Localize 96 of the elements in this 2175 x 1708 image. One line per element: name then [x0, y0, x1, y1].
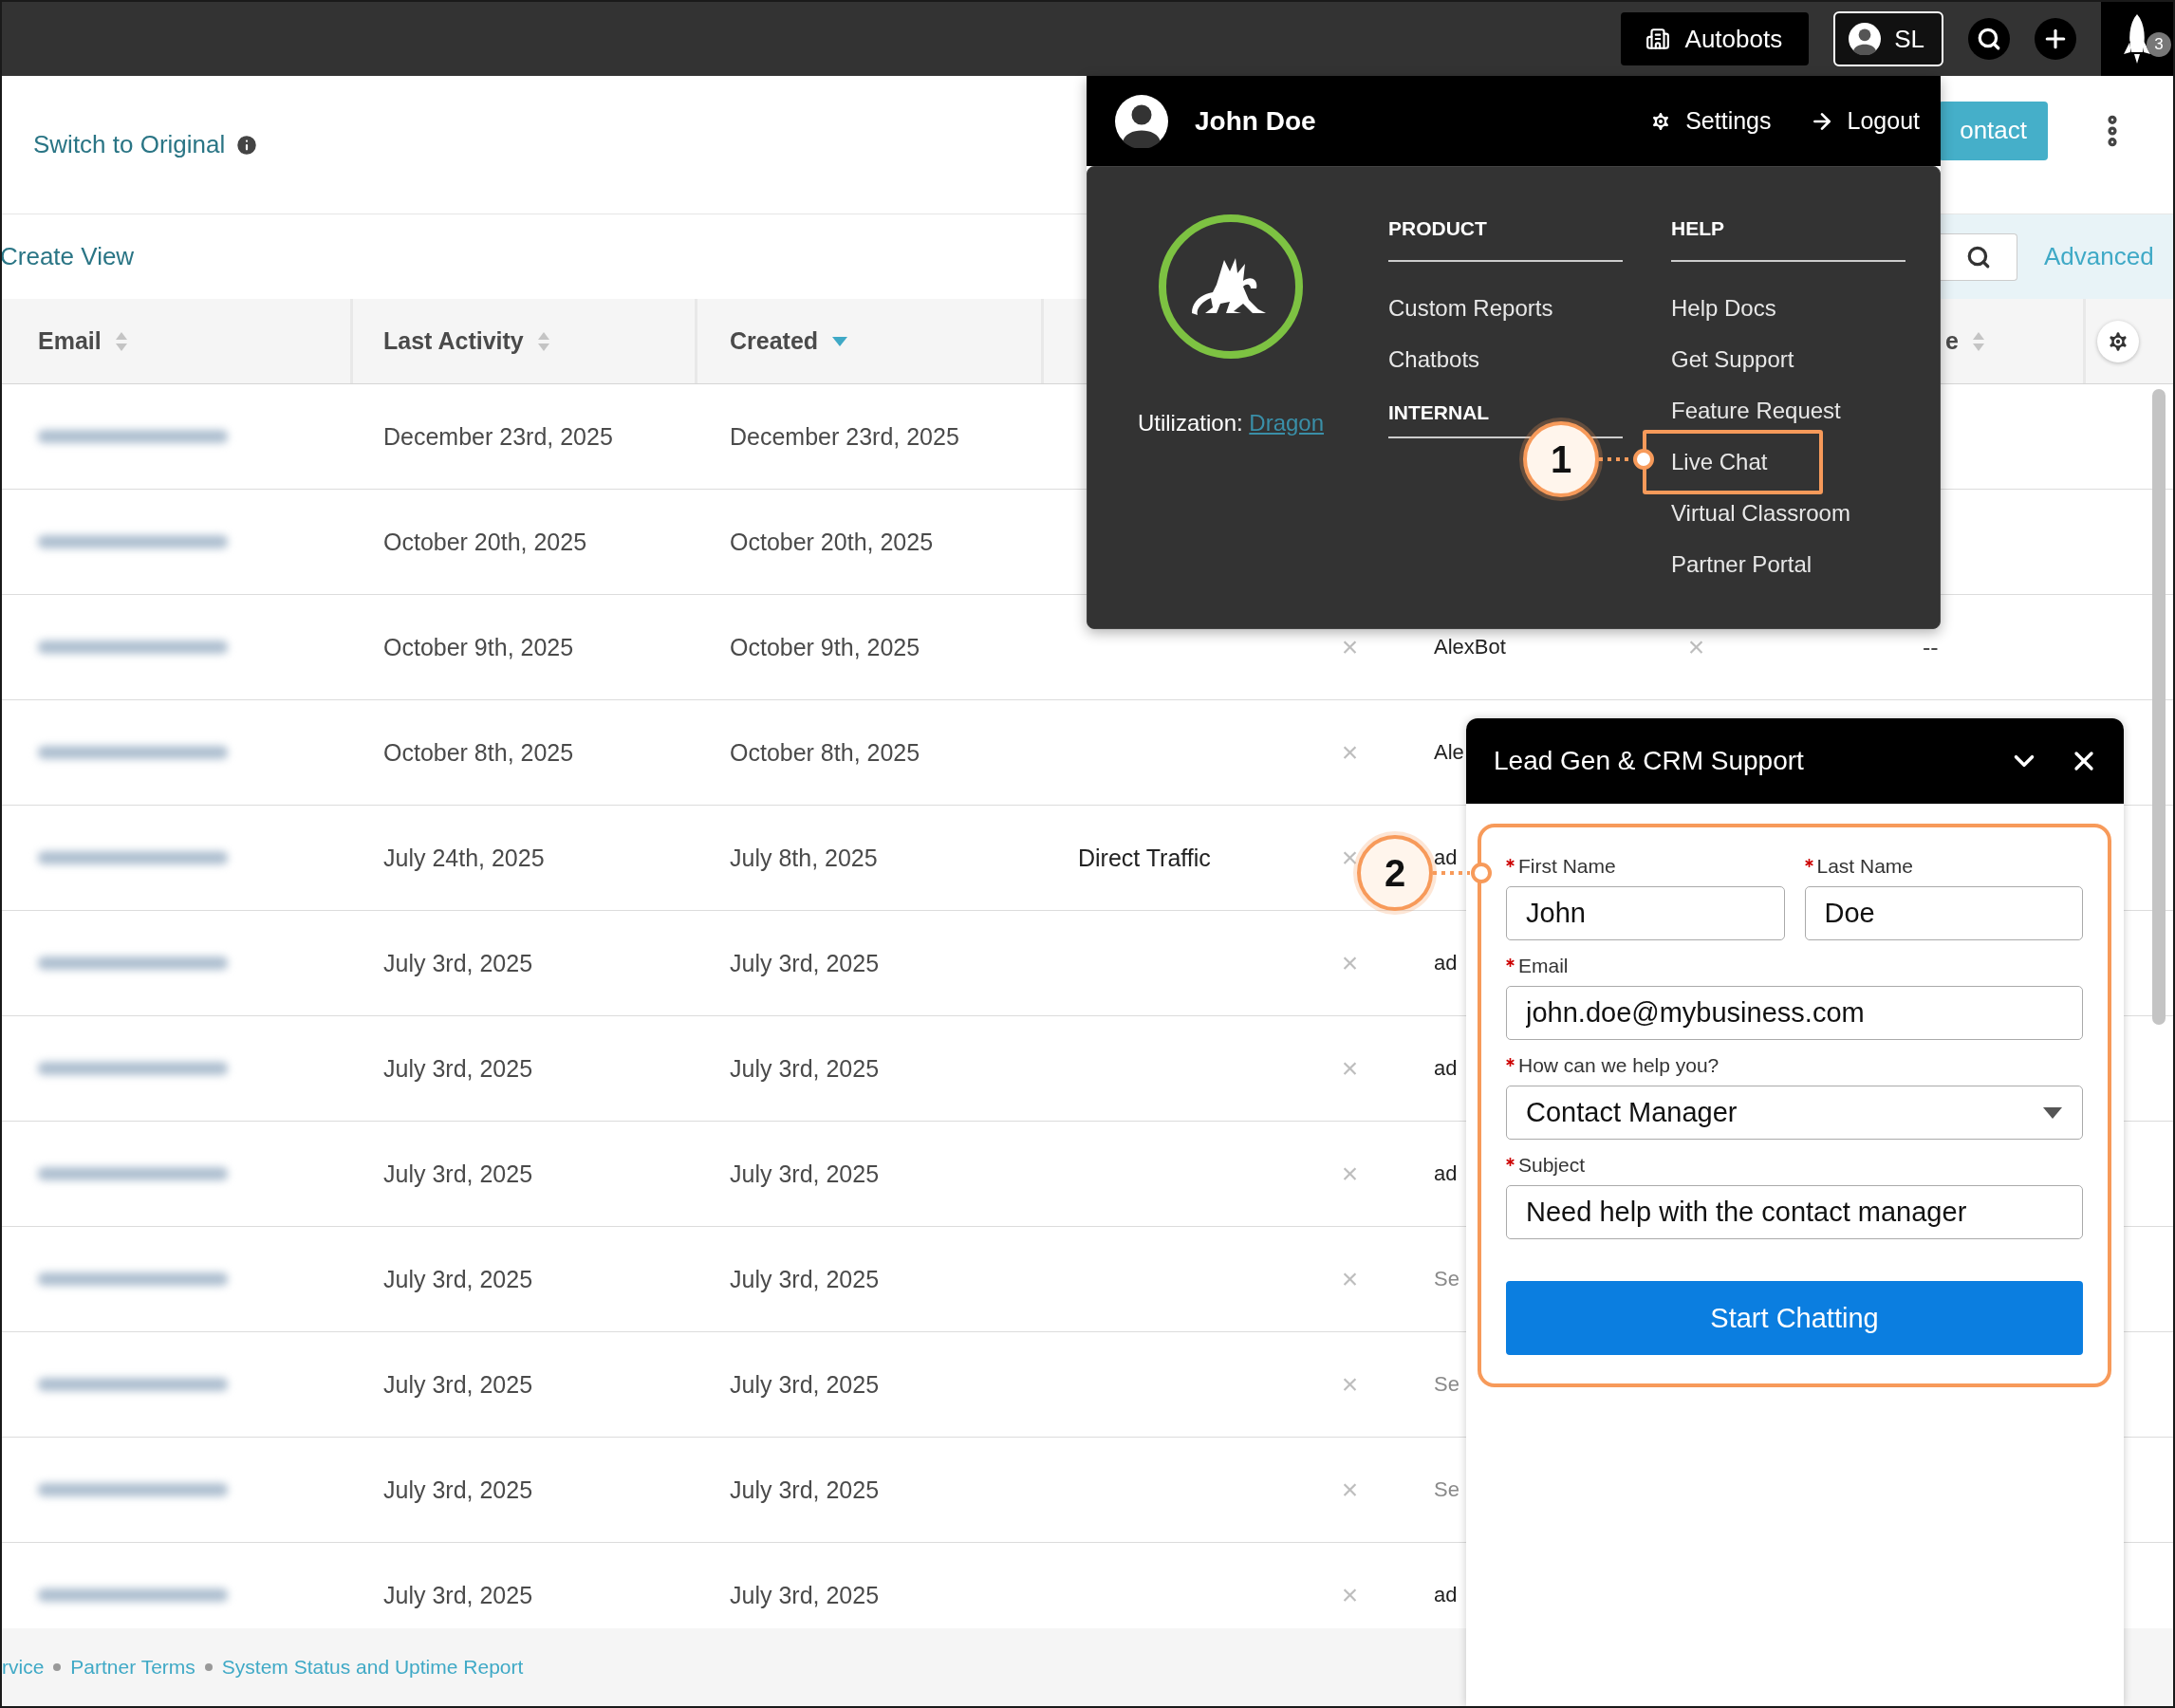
notification-badge: 3: [2147, 32, 2171, 57]
table-cell: July 3rd, 2025: [730, 1265, 880, 1293]
scrollbar-thumb[interactable]: [2152, 389, 2166, 1025]
cross-mark: ×: [1341, 1368, 1359, 1401]
table-cell: ad: [1434, 845, 1458, 870]
separator-dot: [204, 1663, 213, 1671]
menu-heading: HELP: [1671, 214, 1905, 262]
cross-mark: ×: [1341, 842, 1359, 874]
search-icon[interactable]: [1977, 27, 2001, 51]
cross-mark: ×: [1341, 1263, 1359, 1295]
menu-item[interactable]: Help Docs: [1671, 283, 1905, 334]
table-cell: October 9th, 2025: [730, 633, 920, 661]
cross-mark: ×: [1341, 1579, 1359, 1611]
table-cell: July 3rd, 2025: [730, 1054, 880, 1083]
search-icon[interactable]: [1966, 244, 1991, 269]
user-name: John Doe: [1195, 105, 1316, 137]
field-label: How can we help you?: [1518, 1053, 1720, 1078]
search-button[interactable]: [1968, 18, 2010, 60]
dropdown-caret-icon: [2042, 1105, 2063, 1120]
table-cell: Ale: [1434, 740, 1464, 765]
table-cell: --: [1923, 633, 1939, 661]
table-cell: Se: [1434, 1477, 1459, 1502]
table-cell: July 3rd, 2025: [383, 1160, 533, 1188]
table-cell: AlexBot: [1434, 635, 1506, 659]
table-cell: ad: [1434, 951, 1458, 975]
field-label: First Name: [1518, 854, 1616, 879]
table-cell: July 3rd, 2025: [383, 1054, 533, 1083]
leader-line: [1599, 448, 1655, 471]
table-cell: July 3rd, 2025: [383, 1265, 533, 1293]
table-cell: July 3rd, 2025: [730, 1476, 880, 1504]
cross-mark: ×: [1341, 1474, 1359, 1506]
input-field[interactable]: Need help with the contact manager: [1506, 1185, 2083, 1239]
menu-item[interactable]: Get Support: [1671, 334, 1905, 385]
table-cell: July 3rd, 2025: [730, 1581, 880, 1609]
table-cell: Se: [1434, 1372, 1459, 1397]
column-header[interactable]: Last Activity: [383, 327, 524, 355]
create-view-link[interactable]: Create View: [2, 242, 135, 271]
table-cell: October 20th, 2025: [383, 528, 587, 556]
table-cell: ad: [1434, 1583, 1458, 1607]
cross-mark: ×: [1341, 947, 1359, 979]
column-settings-button[interactable]: [2097, 320, 2139, 362]
settings-link[interactable]: Settings: [1649, 107, 1772, 135]
table-cell: December 23rd, 2025: [383, 422, 613, 451]
input-field[interactable]: john.doe@mybusiness.com: [1506, 986, 2083, 1040]
add-button[interactable]: [2035, 18, 2076, 60]
table-cell: July 24th, 2025: [383, 844, 545, 872]
field-label: Last Name: [1816, 854, 1914, 879]
table-cell: ad: [1434, 1056, 1458, 1081]
menu-heading: PRODUCT: [1388, 214, 1623, 262]
table-cell: October 9th, 2025: [383, 633, 574, 661]
menu-item[interactable]: Live Chat: [1643, 430, 1823, 494]
menu-item[interactable]: Custom Reports: [1388, 283, 1623, 334]
separator-dot: [53, 1663, 62, 1671]
menu-item[interactable]: Chatbots: [1388, 334, 1623, 385]
table-cell: October 8th, 2025: [730, 738, 920, 767]
cross-mark: ×: [1341, 736, 1359, 769]
account-button[interactable]: Autobots: [1620, 12, 1810, 65]
table-cell: July 3rd, 2025: [730, 949, 880, 977]
table-cell: July 3rd, 2025: [383, 1581, 533, 1609]
table-cell: October 20th, 2025: [730, 528, 934, 556]
cross-mark: ×: [1341, 631, 1359, 663]
logout-link[interactable]: Logout: [1809, 107, 1920, 135]
column-header[interactable]: Created: [730, 327, 819, 355]
cross-mark: ×: [1687, 631, 1705, 663]
chat-title: Lead Gen & CRM Support: [1494, 746, 1805, 776]
notifications-button[interactable]: 3: [2101, 2, 2173, 76]
input-field[interactable]: Doe: [1804, 886, 2083, 940]
table-cell: July 3rd, 2025: [383, 1370, 533, 1399]
column-header[interactable]: e: [1945, 327, 1959, 355]
table-cell: Se: [1434, 1267, 1459, 1291]
user-button[interactable]: SL: [1833, 11, 1943, 66]
building-icon: [1645, 27, 1670, 51]
cross-mark: ×: [1341, 1158, 1359, 1190]
table-cell: December 23rd, 2025: [730, 422, 959, 451]
avatar-icon: [1115, 94, 1168, 148]
avatar-icon: [1849, 23, 1882, 55]
switch-link[interactable]: Switch to Original: [33, 130, 226, 159]
column-header[interactable]: Email: [38, 327, 102, 355]
table-cell: October 8th, 2025: [383, 738, 574, 767]
table-cell: July 3rd, 2025: [730, 1370, 880, 1399]
table-cell: Direct Traffic: [1078, 844, 1211, 872]
cross-mark: ×: [1341, 1052, 1359, 1085]
step-marker: 2: [1357, 835, 1433, 911]
table-cell: July 8th, 2025: [730, 844, 878, 872]
help-topic-select[interactable]: Contact Manager: [1506, 1086, 2083, 1140]
table-cell: July 3rd, 2025: [383, 949, 533, 977]
field-label: Email: [1518, 954, 1569, 978]
table-cell: July 3rd, 2025: [383, 1476, 533, 1504]
table-cell: ad: [1434, 1161, 1458, 1186]
search-field[interactable]: [1941, 232, 2017, 281]
input-field[interactable]: John: [1506, 886, 1785, 940]
menu-item[interactable]: Partner Portal: [1671, 539, 1905, 590]
table-cell: July 3rd, 2025: [730, 1160, 880, 1188]
start-chatting-button[interactable]: Start Chatting: [1506, 1281, 2083, 1355]
utilization-text: Utilization: Dragon: [1137, 410, 1325, 436]
field-label: Subject: [1518, 1153, 1586, 1178]
